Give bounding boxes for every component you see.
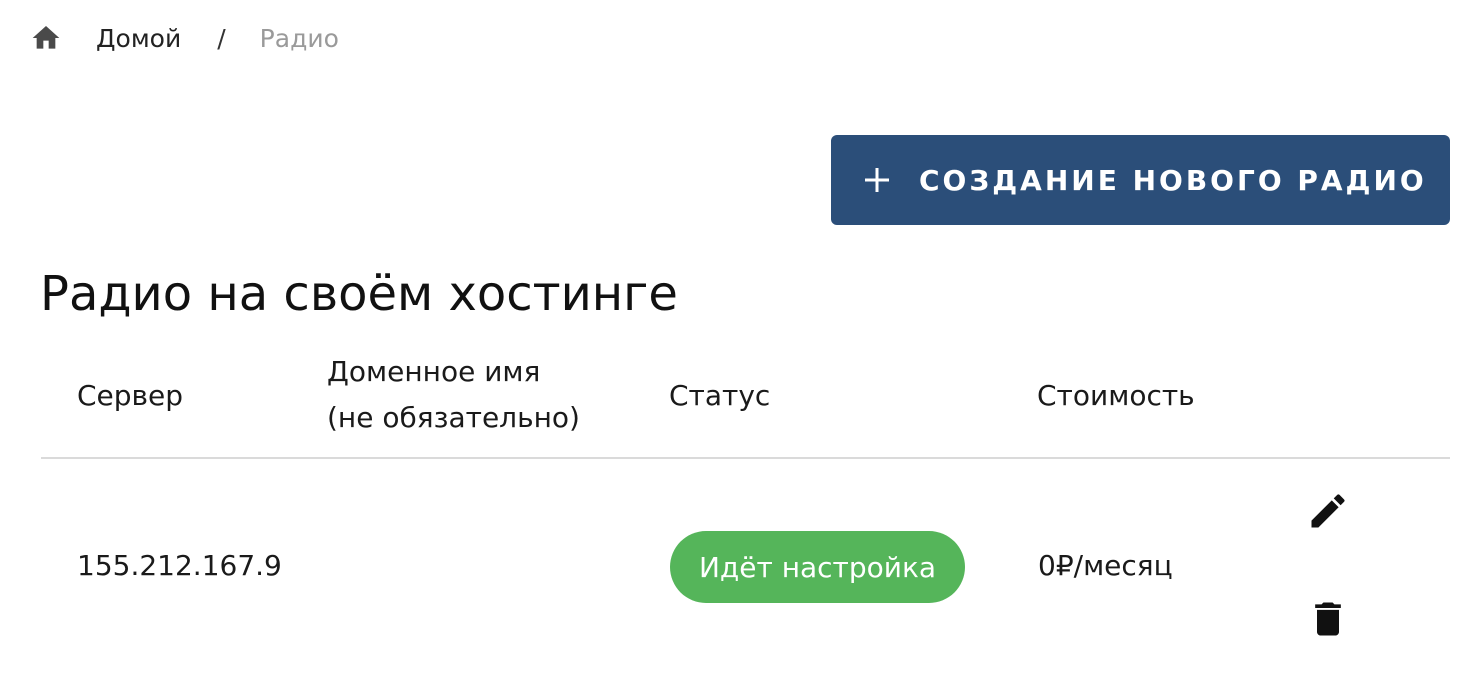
header-divider (41, 457, 1450, 459)
delete-button[interactable] (1304, 597, 1352, 645)
column-header-status: Статус (669, 379, 771, 412)
plus-icon (861, 164, 893, 196)
breadcrumb-separator: / (217, 23, 226, 53)
column-header-domain-line2: (не обязательно) (327, 401, 580, 434)
breadcrumb-home-link[interactable]: Домой (96, 24, 181, 53)
column-header-cost: Стоимость (1037, 379, 1195, 412)
status-badge: Идёт настройка (670, 531, 965, 603)
column-header-domain: Доменное имя (не обязательно) (327, 349, 580, 441)
column-header-domain-line1: Доменное имя (327, 355, 541, 388)
pencil-icon (1306, 489, 1350, 537)
page-title: Радио на своём хостинге (40, 266, 678, 322)
home-icon[interactable] (30, 22, 62, 54)
create-radio-label: СОЗДАНИЕ НОВОГО РАДИО (919, 163, 1427, 197)
breadcrumb: Домой / Радио (30, 18, 339, 58)
trash-icon (1306, 596, 1350, 646)
server-cell: 155.212.167.9 (77, 549, 282, 582)
column-header-server: Сервер (77, 379, 184, 412)
breadcrumb-current: Радио (259, 23, 339, 53)
cost-cell: 0₽/месяц (1038, 549, 1173, 582)
edit-button[interactable] (1304, 489, 1352, 537)
create-radio-button[interactable]: СОЗДАНИЕ НОВОГО РАДИО (831, 135, 1450, 225)
radio-page: Домой / Радио СОЗДАНИЕ НОВОГО РАДИО Ради… (0, 0, 1472, 700)
